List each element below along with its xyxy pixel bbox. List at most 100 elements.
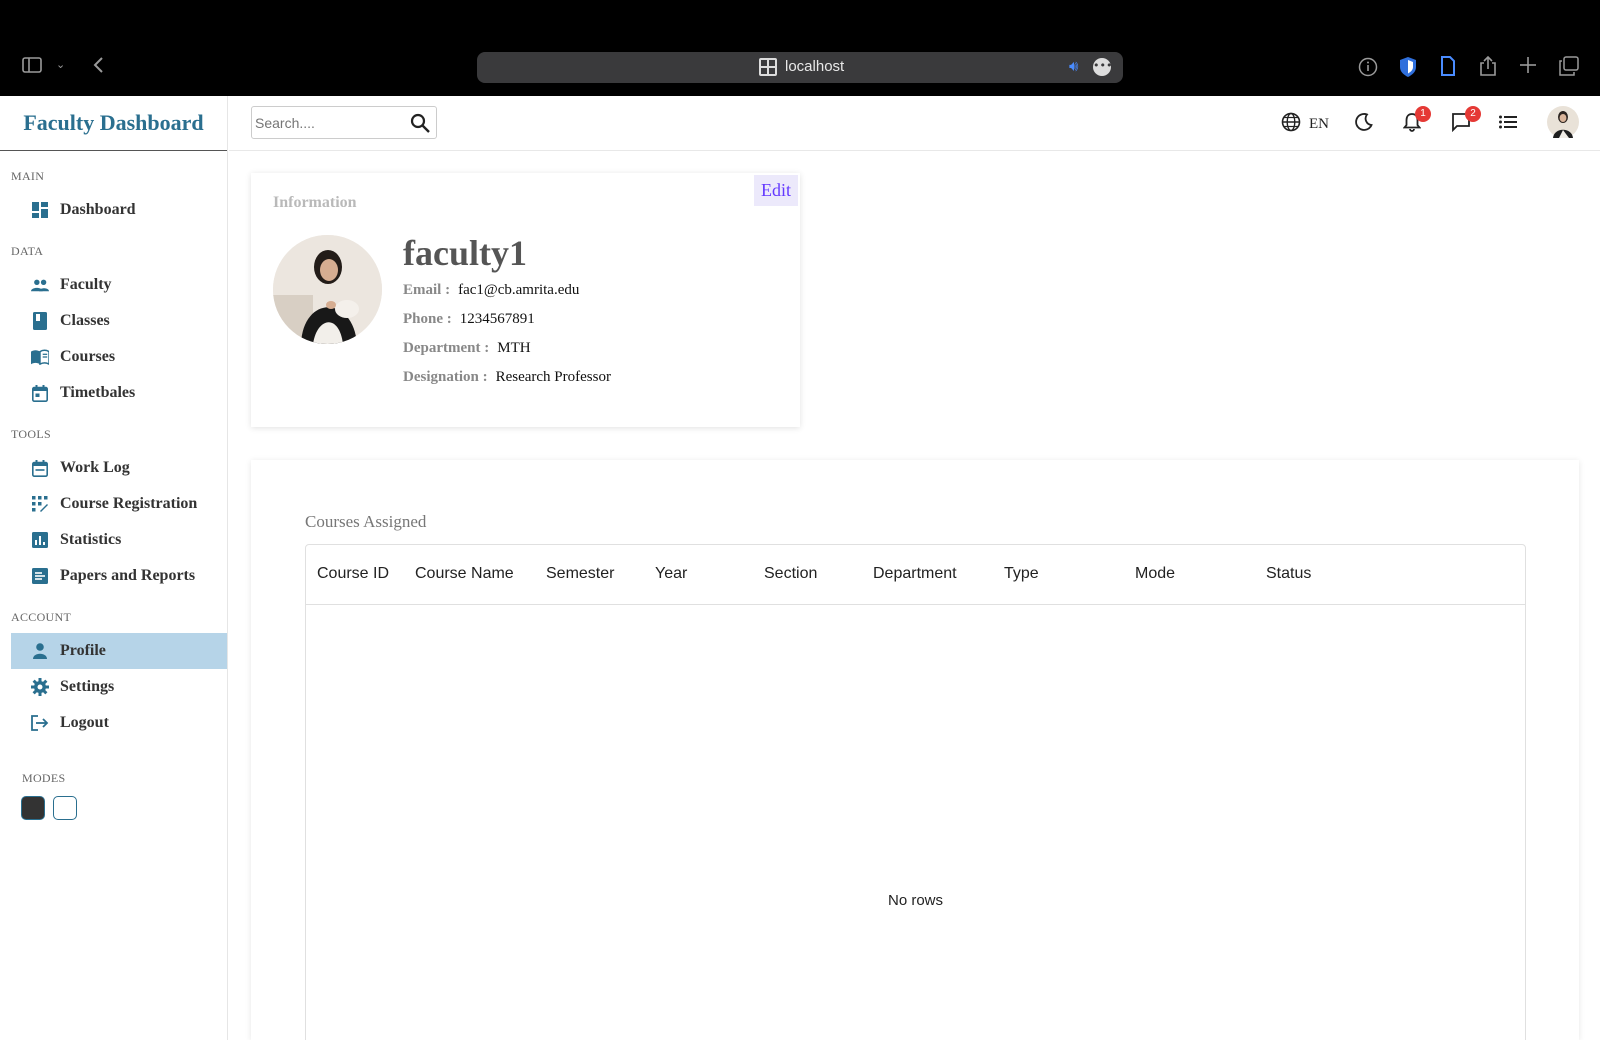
courses-title: Courses Assigned [305,512,427,531]
gear-icon [31,678,49,696]
column-header-mode[interactable]: Mode [1135,565,1175,583]
detail-row-designation: Designation : Research Professor [403,369,611,386]
detail-key: Department : [403,340,490,356]
brand-title: Faculty Dashboard [23,110,204,135]
detail-key: Designation : [403,369,488,385]
section-title-account: ACCOUNT [11,610,72,624]
sidebar-item-label: Timetbales [60,384,136,401]
back-icon[interactable] [92,56,104,78]
sidebar-item-label: Classes [60,312,110,329]
sidebar-item-course-registration[interactable]: Course Registration [11,486,227,522]
globe-icon [1281,112,1301,137]
sidebar-toggle-icon[interactable] [22,57,42,77]
speaker-icon[interactable]: 🔊︎ [1069,57,1078,75]
detail-row-email: Email : fac1@cb.amrita.edu [403,282,579,299]
column-header-course-name[interactable]: Course Name [415,565,514,583]
sidebar-item-label: Papers and Reports [60,567,196,584]
detail-value: fac1@cb.amrita.edu [458,282,580,298]
sidebar-item-logout[interactable]: Logout [11,705,227,741]
notification-badge: 1 [1415,106,1431,122]
sidebar: Faculty Dashboard MAIN Dashboard DATA Fa… [0,96,228,1040]
chevron-down-icon[interactable]: ⌄ [56,58,65,71]
mode-switcher [0,796,227,825]
app-registration-icon [31,495,49,513]
notifications-button[interactable]: 1 [1402,106,1431,137]
sidebar-item-label: Faculty [60,276,112,293]
bell-icon [1402,113,1422,136]
dark-mode-toggle-icon[interactable] [1355,113,1373,136]
edit-button[interactable]: Edit [754,175,798,206]
sidebar-item-papers-and-reports[interactable]: Papers and Reports [11,558,227,594]
user-avatar[interactable] [1547,106,1579,143]
open-book-icon [31,348,49,366]
dashboard-icon [31,201,49,219]
section-title-main: MAIN [11,169,45,183]
calendar-icon [31,459,49,477]
detail-row-department: Department : MTH [403,340,531,357]
column-header-department[interactable]: Department [873,565,957,583]
column-header-semester[interactable]: Semester [546,565,614,583]
address-bar[interactable]: localhost 🔊︎ ••• [477,52,1123,83]
sidebar-item-label: Courses [60,348,116,365]
sidebar-item-dashboard[interactable]: Dashboard [11,192,227,228]
detail-key: Email : [403,282,451,298]
column-header-course-id[interactable]: Course ID [317,565,389,583]
chat-icon [1451,113,1471,136]
profile-photo [273,235,382,344]
page-icon[interactable] [1440,56,1456,80]
section-title-data: DATA [11,244,44,258]
list-icon[interactable] [1499,115,1517,134]
search-input[interactable] [252,107,402,138]
column-header-type[interactable]: Type [1004,565,1039,583]
browser-chrome: ⌄ localhost 🔊︎ ••• [0,0,1600,96]
info-icon[interactable] [1358,57,1378,81]
shield-icon[interactable] [1398,56,1418,82]
column-header-status[interactable]: Status [1266,565,1311,583]
person-icon [31,642,49,660]
sidebar-item-label: Profile [60,642,106,659]
language-label: EN [1309,116,1329,132]
section-title-tools: TOOLS [11,427,51,441]
tabs-overview-icon[interactable] [1559,56,1579,80]
tab-overview-icon [759,58,777,76]
sidebar-item-settings[interactable]: Settings [11,669,227,705]
people-icon [31,276,49,294]
sidebar-item-statistics[interactable]: Statistics [11,522,227,558]
url-text: localhost [785,58,845,75]
sidebar-item-profile[interactable]: Profile [11,633,227,669]
more-icon[interactable]: ••• [1093,58,1112,76]
column-header-year[interactable]: Year [655,565,687,583]
courses-table: Course ID Course Name Semester Year Sect… [305,544,1526,1040]
section-title: Information [273,194,357,211]
sidebar-item-label: Dashboard [60,201,136,218]
sidebar-item-timetables[interactable]: Timetbales [11,375,227,411]
faculty-name: faculty1 [403,233,527,273]
search-icon[interactable] [410,113,430,138]
messages-button[interactable]: 2 [1451,106,1481,137]
column-header-section[interactable]: Section [764,565,817,583]
sidebar-item-faculty[interactable]: Faculty [11,267,227,303]
logout-icon [31,714,49,732]
topbar: EN 1 2 [229,96,1600,151]
information-card: Edit Information faculty1 Email : fac1@cb… [251,173,800,427]
language-selector[interactable]: EN [1281,112,1329,137]
brand[interactable]: Faculty Dashboard [0,96,227,151]
sidebar-item-work-log[interactable]: Work Log [11,450,227,486]
sidebar-item-label: Statistics [60,531,122,548]
table-header: Course ID Course Name Semester Year Sect… [306,545,1525,605]
message-badge: 2 [1465,106,1481,122]
detail-key: Phone : [403,311,452,327]
sidebar-item-courses[interactable]: Courses [11,339,227,375]
empty-state-text: No rows [887,892,943,909]
share-icon[interactable] [1479,55,1497,81]
sidebar-item-label: Course Registration [60,495,198,512]
new-tab-icon[interactable] [1519,56,1537,78]
book-icon [31,312,49,330]
detail-value: Research Professor [495,369,611,385]
light-mode-button[interactable] [53,796,77,820]
sidebar-item-classes[interactable]: Classes [11,303,227,339]
dark-mode-button[interactable] [21,796,45,820]
calendar-icon [31,384,49,402]
chart-icon [31,531,49,549]
detail-row-phone: Phone : 1234567891 [403,311,535,328]
